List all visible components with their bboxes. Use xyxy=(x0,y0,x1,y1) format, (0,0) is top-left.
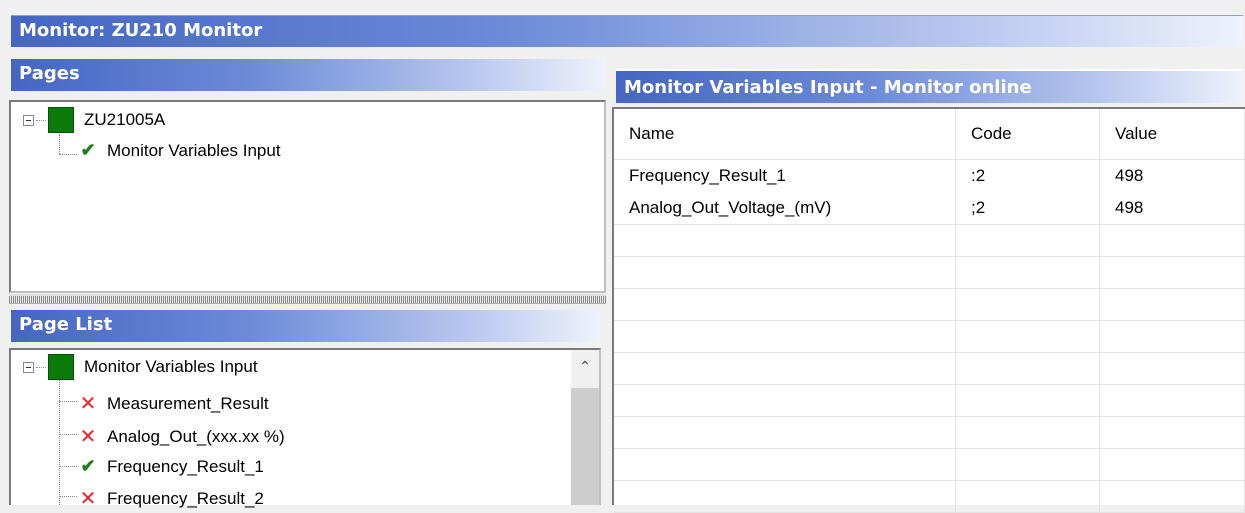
green-square-icon xyxy=(48,107,74,133)
column-header-value[interactable]: Value xyxy=(1099,109,1245,160)
checkmark-icon: ✔ xyxy=(80,456,96,476)
page-list-tree: Monitor Variables Input ✕ Measurement_Re… xyxy=(9,348,601,510)
grid-header-row: Name Code Value xyxy=(614,109,1245,160)
list-item-label: Measurement_Result xyxy=(107,393,269,413)
column-header-name[interactable]: Name xyxy=(614,109,956,160)
table-row-empty xyxy=(614,384,1245,417)
table-row[interactable]: Frequency_Result_1 :2 498 xyxy=(614,159,1245,192)
tree-node-label: Monitor Variables Input xyxy=(107,140,281,160)
tree-node-label: ZU21005A xyxy=(84,110,166,129)
cell-name: Frequency_Result_1 xyxy=(614,159,956,192)
list-item[interactable]: ✕ Frequency_Result_2 xyxy=(77,486,264,511)
checkmark-icon: ✔ xyxy=(80,140,96,160)
monitor-variables-grid: Name Code Value Frequency_Result_1 :2 49… xyxy=(612,107,1245,513)
window-title: Monitor: ZU210 Monitor xyxy=(11,15,1243,47)
cross-icon: ✕ xyxy=(79,393,97,415)
list-item[interactable]: ✔ Frequency_Result_1 xyxy=(77,456,264,477)
table-row-empty xyxy=(614,320,1245,353)
table-row[interactable]: Analog_Out_Voltage_(mV) ;2 498 xyxy=(614,192,1245,225)
list-item[interactable]: ✕ Measurement_Result xyxy=(77,391,269,416)
table-row-empty xyxy=(614,448,1245,481)
cell-name: Analog_Out_Voltage_(mV) xyxy=(614,192,956,225)
cell-value: 498 xyxy=(1099,159,1245,192)
collapse-icon[interactable] xyxy=(23,361,34,373)
cross-icon: ✕ xyxy=(79,426,97,448)
scroll-up-arrow-icon[interactable]: ⌃ xyxy=(571,350,599,382)
list-item-label: Frequency_Result_1 xyxy=(107,456,264,476)
list-item-label: Analog_Out_(xxx.xx %) xyxy=(107,426,285,446)
column-header-code[interactable]: Code xyxy=(955,109,1100,160)
pages-panel-title: Pages xyxy=(11,59,605,91)
collapse-icon[interactable] xyxy=(23,114,34,126)
cross-icon: ✕ xyxy=(79,488,97,510)
table-row-empty xyxy=(614,480,1245,513)
splitter-handle[interactable] xyxy=(9,294,606,304)
list-item-label: Frequency_Result_2 xyxy=(107,488,264,508)
cell-code: :2 xyxy=(955,159,1100,192)
monitor-variables-title: Monitor Variables Input - Monitor online xyxy=(616,69,1243,103)
page-list-scrollbar[interactable]: ⌃ xyxy=(571,350,599,505)
table-row-empty xyxy=(614,288,1245,321)
page-list-panel-title: Page List xyxy=(11,310,600,342)
table-row-empty xyxy=(614,224,1245,257)
table-row-empty xyxy=(614,416,1245,449)
scrollbar-thumb[interactable] xyxy=(571,388,599,505)
tree-node-zu21005a[interactable]: ZU21005A xyxy=(23,107,165,133)
pages-tree: ZU21005A ✔ Monitor Variables Input xyxy=(9,100,606,293)
cell-code: ;2 xyxy=(955,192,1100,225)
tree-node-label: Monitor Variables Input xyxy=(84,357,258,376)
tree-node-monitor-variables-input[interactable]: ✔ Monitor Variables Input xyxy=(77,140,281,161)
green-square-icon xyxy=(48,354,74,380)
tree-node-monitor-variables-input[interactable]: Monitor Variables Input xyxy=(23,354,258,380)
table-row-empty xyxy=(614,352,1245,385)
cell-value: 498 xyxy=(1099,192,1245,225)
list-item[interactable]: ✕ Analog_Out_(xxx.xx %) xyxy=(77,424,285,449)
table-row-empty xyxy=(614,256,1245,289)
